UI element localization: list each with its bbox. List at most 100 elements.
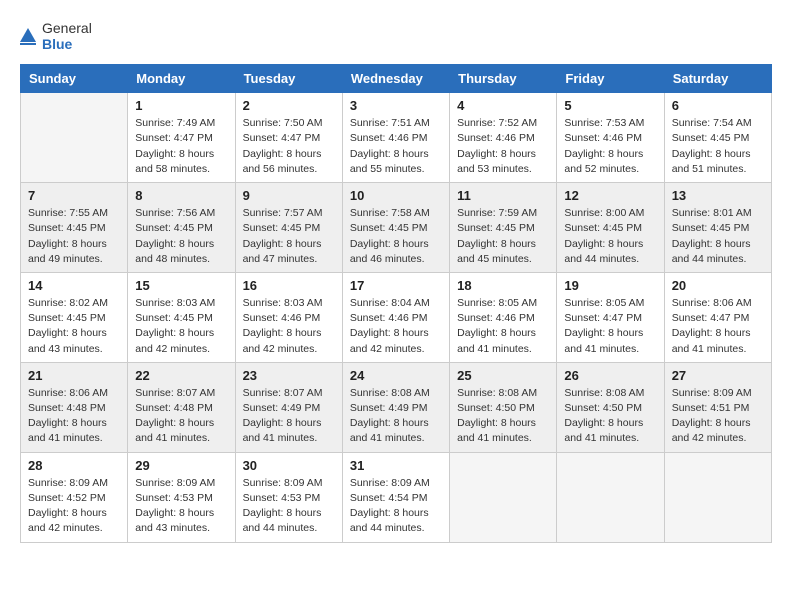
day-info: Sunrise: 7:56 AMSunset: 4:45 PMDaylight:… xyxy=(135,206,227,267)
day-number: 5 xyxy=(564,98,656,113)
day-number: 31 xyxy=(350,458,442,473)
calendar-cell: 16 Sunrise: 8:03 AMSunset: 4:46 PMDayligh… xyxy=(235,272,342,362)
calendar-cell: 17 Sunrise: 8:04 AMSunset: 4:46 PMDayligh… xyxy=(342,272,449,362)
calendar-week-row: 21 Sunrise: 8:06 AMSunset: 4:48 PMDayligh… xyxy=(21,362,772,452)
day-number: 21 xyxy=(28,368,120,383)
day-number: 23 xyxy=(243,368,335,383)
day-number: 12 xyxy=(564,188,656,203)
day-number: 1 xyxy=(135,98,227,113)
calendar-cell: 12Sunrise: 8:00 AMSunset: 4:45 PMDayligh… xyxy=(557,183,664,273)
weekday-header-thursday: Thursday xyxy=(450,65,557,93)
day-number: 2 xyxy=(243,98,335,113)
day-number: 11 xyxy=(457,188,549,203)
day-info: Sunrise: 8:03 AMSunset: 4:45 PMDaylight:… xyxy=(135,296,227,357)
weekday-header-sunday: Sunday xyxy=(21,65,128,93)
day-number: 19 xyxy=(564,278,656,293)
day-number: 14 xyxy=(28,278,120,293)
calendar-cell: 31 Sunrise: 8:09 AMSunset: 4:54 PMDayligh… xyxy=(342,452,449,542)
day-info: Sunrise: 8:05 AMSunset: 4:46 PMDaylight:… xyxy=(457,296,549,357)
calendar-header-row: SundayMondayTuesdayWednesdayThursdayFrid… xyxy=(21,65,772,93)
day-number: 7 xyxy=(28,188,120,203)
calendar-cell: 22 Sunrise: 8:07 AMSunset: 4:48 PMDayligh… xyxy=(128,362,235,452)
day-number: 25 xyxy=(457,368,549,383)
calendar-cell: 26 Sunrise: 8:08 AMSunset: 4:50 PMDayligh… xyxy=(557,362,664,452)
day-info: Sunrise: 7:57 AMSunset: 4:45 PMDaylight:… xyxy=(243,206,335,267)
day-info: Sunrise: 8:09 AMSunset: 4:51 PMDaylight:… xyxy=(672,386,764,447)
calendar-cell: 18 Sunrise: 8:05 AMSunset: 4:46 PMDayligh… xyxy=(450,272,557,362)
day-info: Sunrise: 7:52 AMSunset: 4:46 PMDaylight:… xyxy=(457,116,549,177)
day-info: Sunrise: 8:07 AMSunset: 4:49 PMDaylight:… xyxy=(243,386,335,447)
day-info: Sunrise: 8:09 AMSunset: 4:52 PMDaylight:… xyxy=(28,476,120,537)
day-info: Sunrise: 7:55 AMSunset: 4:45 PMDaylight:… xyxy=(28,206,120,267)
logo-blue: Blue xyxy=(42,36,92,52)
calendar-cell: 15 Sunrise: 8:03 AMSunset: 4:45 PMDayligh… xyxy=(128,272,235,362)
calendar-cell: 9 Sunrise: 7:57 AMSunset: 4:45 PMDaylight… xyxy=(235,183,342,273)
calendar-cell: 13Sunrise: 8:01 AMSunset: 4:45 PMDayligh… xyxy=(664,183,771,273)
calendar-cell: 3 Sunrise: 7:51 AMSunset: 4:46 PMDaylight… xyxy=(342,93,449,183)
calendar-cell xyxy=(664,452,771,542)
weekday-header-monday: Monday xyxy=(128,65,235,93)
calendar-cell xyxy=(450,452,557,542)
day-number: 26 xyxy=(564,368,656,383)
weekday-header-friday: Friday xyxy=(557,65,664,93)
calendar-cell: 27 Sunrise: 8:09 AMSunset: 4:51 PMDayligh… xyxy=(664,362,771,452)
day-info: Sunrise: 7:54 AMSunset: 4:45 PMDaylight:… xyxy=(672,116,764,177)
day-number: 6 xyxy=(672,98,764,113)
day-info: Sunrise: 7:51 AMSunset: 4:46 PMDaylight:… xyxy=(350,116,442,177)
day-info: Sunrise: 8:06 AMSunset: 4:48 PMDaylight:… xyxy=(28,386,120,447)
day-info: Sunrise: 8:08 AMSunset: 4:49 PMDaylight:… xyxy=(350,386,442,447)
calendar-cell: 29Sunrise: 8:09 AMSunset: 4:53 PMDayligh… xyxy=(128,452,235,542)
calendar-cell: 20Sunrise: 8:06 AMSunset: 4:47 PMDayligh… xyxy=(664,272,771,362)
calendar-cell: 11 Sunrise: 7:59 AMSunset: 4:45 PMDayligh… xyxy=(450,183,557,273)
day-info: Sunrise: 8:05 AMSunset: 4:47 PMDaylight:… xyxy=(564,296,656,357)
day-info: Sunrise: 8:02 AMSunset: 4:45 PMDaylight:… xyxy=(28,296,120,357)
day-info: Sunrise: 7:59 AMSunset: 4:45 PMDaylight:… xyxy=(457,206,549,267)
day-info: Sunrise: 8:09 AMSunset: 4:54 PMDaylight:… xyxy=(350,476,442,537)
header: General Blue xyxy=(20,20,772,52)
day-number: 17 xyxy=(350,278,442,293)
day-info: Sunrise: 7:53 AMSunset: 4:46 PMDaylight:… xyxy=(564,116,656,177)
day-info: Sunrise: 7:49 AMSunset: 4:47 PMDaylight:… xyxy=(135,116,227,177)
day-number: 18 xyxy=(457,278,549,293)
day-info: Sunrise: 8:09 AMSunset: 4:53 PMDaylight:… xyxy=(243,476,335,537)
calendar-week-row: 1 Sunrise: 7:49 AMSunset: 4:47 PMDaylight… xyxy=(21,93,772,183)
logo-container: General Blue xyxy=(20,20,92,52)
calendar-cell: 7 Sunrise: 7:55 AMSunset: 4:45 PMDaylight… xyxy=(21,183,128,273)
calendar-week-row: 14 Sunrise: 8:02 AMSunset: 4:45 PMDayligh… xyxy=(21,272,772,362)
calendar-cell: 1 Sunrise: 7:49 AMSunset: 4:47 PMDaylight… xyxy=(128,93,235,183)
calendar-cell: 25 Sunrise: 8:08 AMSunset: 4:50 PMDayligh… xyxy=(450,362,557,452)
calendar-cell: 4 Sunrise: 7:52 AMSunset: 4:46 PMDaylight… xyxy=(450,93,557,183)
day-info: Sunrise: 8:08 AMSunset: 4:50 PMDaylight:… xyxy=(457,386,549,447)
day-number: 15 xyxy=(135,278,227,293)
day-number: 8 xyxy=(135,188,227,203)
day-info: Sunrise: 8:04 AMSunset: 4:46 PMDaylight:… xyxy=(350,296,442,357)
day-number: 27 xyxy=(672,368,764,383)
day-info: Sunrise: 8:03 AMSunset: 4:46 PMDaylight:… xyxy=(243,296,335,357)
day-info: Sunrise: 8:07 AMSunset: 4:48 PMDaylight:… xyxy=(135,386,227,447)
weekday-header-wednesday: Wednesday xyxy=(342,65,449,93)
day-number: 29 xyxy=(135,458,227,473)
weekday-header-tuesday: Tuesday xyxy=(235,65,342,93)
day-number: 24 xyxy=(350,368,442,383)
calendar-cell xyxy=(557,452,664,542)
logo: General Blue xyxy=(20,20,92,52)
calendar-cell: 8 Sunrise: 7:56 AMSunset: 4:45 PMDaylight… xyxy=(128,183,235,273)
day-number: 30 xyxy=(243,458,335,473)
calendar-cell xyxy=(21,93,128,183)
day-number: 13 xyxy=(672,188,764,203)
logo-general: General xyxy=(42,20,92,36)
day-number: 9 xyxy=(243,188,335,203)
calendar-cell: 23 Sunrise: 8:07 AMSunset: 4:49 PMDayligh… xyxy=(235,362,342,452)
calendar-cell: 19 Sunrise: 8:05 AMSunset: 4:47 PMDayligh… xyxy=(557,272,664,362)
day-number: 3 xyxy=(350,98,442,113)
day-number: 20 xyxy=(672,278,764,293)
calendar-week-row: 28 Sunrise: 8:09 AMSunset: 4:52 PMDayligh… xyxy=(21,452,772,542)
calendar-cell: 24 Sunrise: 8:08 AMSunset: 4:49 PMDayligh… xyxy=(342,362,449,452)
day-number: 28 xyxy=(28,458,120,473)
day-number: 16 xyxy=(243,278,335,293)
calendar-cell: 21 Sunrise: 8:06 AMSunset: 4:48 PMDayligh… xyxy=(21,362,128,452)
calendar-cell: 10Sunrise: 7:58 AMSunset: 4:45 PMDayligh… xyxy=(342,183,449,273)
day-number: 22 xyxy=(135,368,227,383)
day-info: Sunrise: 8:08 AMSunset: 4:50 PMDaylight:… xyxy=(564,386,656,447)
day-number: 4 xyxy=(457,98,549,113)
